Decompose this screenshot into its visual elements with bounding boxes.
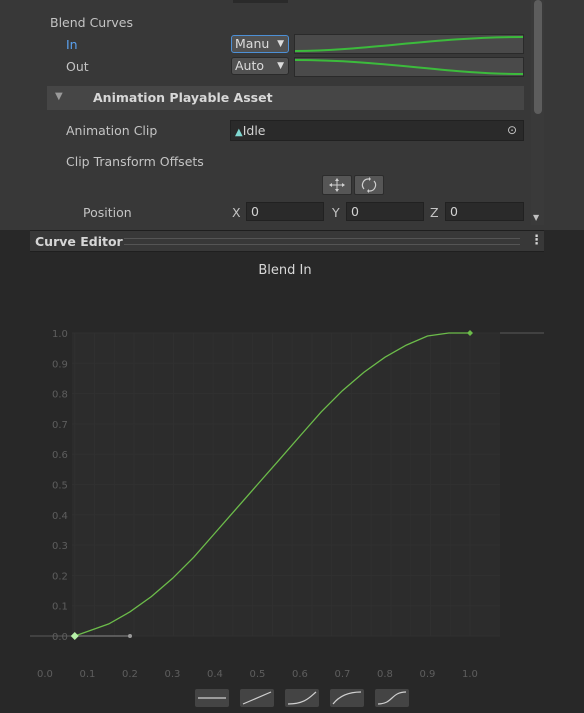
tangent-handle [128,634,132,638]
scroll-down-arrow-icon[interactable]: ▼ [533,213,539,222]
x-tick-label: 0.1 [80,669,96,680]
position-x-field[interactable]: 0 [246,202,324,221]
curve-title: Blend In [258,263,312,278]
blend-out-curve-preview-graphic [294,59,524,75]
resize-grip[interactable] [124,238,520,245]
position-x-label: X [232,205,241,220]
foldout-arrow-icon[interactable]: ▼ [55,91,63,102]
section-title: Animation Playable Asset [93,90,273,105]
curve-editor-title: Curve Editor [35,234,123,249]
clip-transform-offsets-label: Clip Transform Offsets [66,154,204,169]
y-tick-label: 1.0 [52,329,68,340]
kebab-menu-icon[interactable]: ⋮ [530,233,543,248]
blend-out-mode-value: Auto [235,58,265,73]
y-tick-label: 0.8 [52,390,68,401]
blend-out-mode-dropdown[interactable]: Auto ▼ [231,57,289,75]
x-tick-label: 0.8 [377,669,393,680]
blend-in-mode-dropdown[interactable]: Manu ▼ [231,35,289,53]
preset-linear-flat-button[interactable] [195,689,229,707]
preset-ease-in-out-button[interactable] [375,689,409,707]
y-tick-label: 0.9 [52,359,68,370]
position-y-field[interactable]: 0 [346,202,424,221]
animation-clip-value: Idle [242,123,266,138]
top-field-remnant [233,0,288,3]
preset-linear-button[interactable] [240,689,274,707]
x-tick-label: 0.7 [335,669,351,680]
preset-ease-in-out-icon [377,691,407,705]
preset-ease-in-icon [287,691,317,705]
preset-linear-flat-icon [198,697,226,699]
curve-editor-header[interactable]: Curve Editor ⋮ [30,230,544,252]
blend-in-curve-preview[interactable] [294,34,524,54]
x-tick-label: 0.3 [165,669,181,680]
inspector-panel: Blend Curves In Manu ▼ Out Auto ▼ ▼ Animat… [0,0,584,230]
x-tick-label: 0.4 [207,669,223,680]
x-tick-label: 0.6 [292,669,308,680]
position-label: Position [83,205,132,220]
position-y-label: Y [332,205,340,220]
blend-in-curve-preview-graphic [294,36,524,52]
rotate-tool-button[interactable] [354,175,384,195]
preset-linear-icon [242,691,272,705]
preset-ease-out-icon [332,691,362,705]
preset-ease-out-button[interactable] [330,689,364,707]
y-tick-label: 0.1 [52,602,68,613]
preset-curve-shape [332,691,362,705]
animation-clip-field[interactable]: ▲Idle ⊙ [230,120,524,141]
y-tick-label: 0.7 [52,420,68,431]
blend-in-label: In [66,37,78,52]
blend-curves-label: Blend Curves [50,15,133,30]
y-tick-label: 0.4 [52,511,68,522]
y-tick-label: 0.6 [52,450,68,461]
preset-ease-in-button[interactable] [285,689,319,707]
preset-curve-shape [377,691,407,705]
rotate-icon [361,177,377,193]
animation-clip-label: Animation Clip [66,123,158,138]
object-picker-icon[interactable]: ⊙ [507,121,517,140]
position-z-label: Z [430,205,439,220]
blend-curve-chart[interactable]: 0.0 0.1 0.2 0.3 0.4 0.5 0.6 0.7 0.8 0.9 1.0 0.0 0.1 0… [0,300,584,685]
position-z-field[interactable]: 0 [445,202,524,221]
x-tick-label: 0.2 [122,669,138,680]
x-tick-label: 1.0 [462,669,478,680]
inspector-scrollbar-thumb[interactable] [534,0,542,114]
y-tick-label: 0.5 [52,481,68,492]
move-icon [329,178,345,192]
x-tick-label: 0.0 [37,669,53,680]
preset-curve-shape [242,691,272,705]
chevron-down-icon: ▼ [277,39,284,49]
y-tick-label: 0.0 [52,632,68,643]
chevron-down-icon: ▼ [277,61,284,71]
x-tick-label: 0.9 [420,669,436,680]
animation-playable-asset-header[interactable]: ▼ Animation Playable Asset [47,86,524,110]
animation-clip-icon: ▲ [235,127,243,138]
blend-out-label: Out [66,59,89,74]
blend-out-curve-preview[interactable] [294,57,524,77]
x-tick-label: 0.5 [250,669,266,680]
move-tool-button[interactable] [322,175,352,195]
blend-in-mode-value: Manu [235,36,270,51]
y-tick-label: 0.2 [52,571,68,582]
preset-curve-shape [287,691,317,705]
y-tick-label: 0.3 [52,541,68,552]
